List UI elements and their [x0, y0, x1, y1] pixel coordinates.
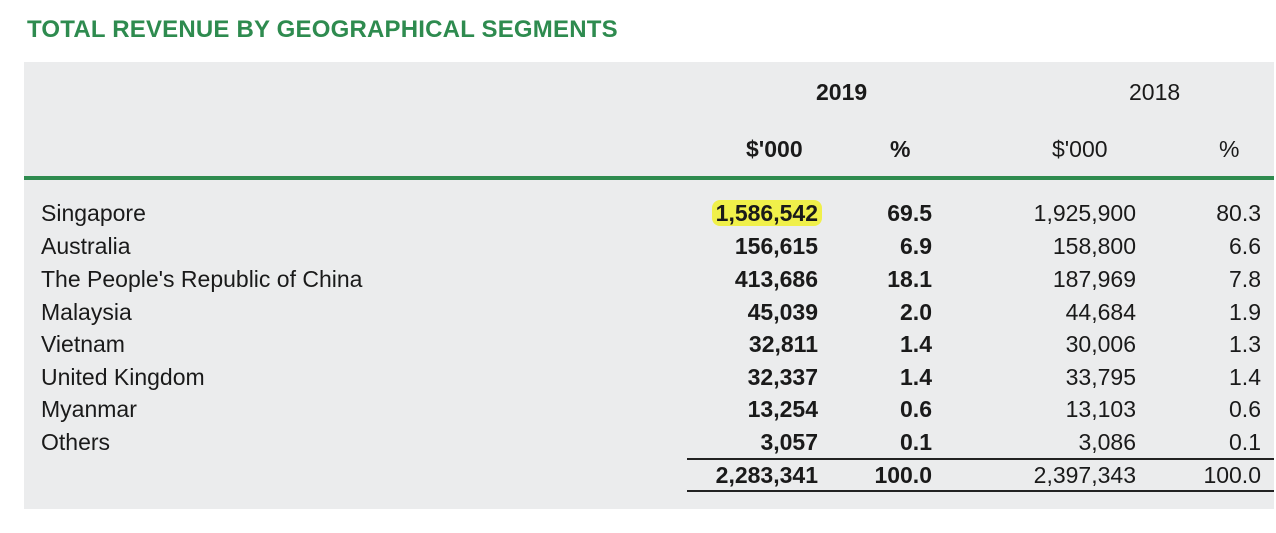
header-unit-2018: $'000 [1052, 136, 1108, 162]
value-2018: 13,103 [1065, 396, 1136, 422]
value-2019: 45,039 [747, 299, 818, 325]
percent-2018: 0.6 [1229, 396, 1261, 422]
total-percent-2019: 100.0 [874, 462, 932, 488]
table-row: Vietnam 32,811 1.4 30,006 1.3 [0, 328, 1276, 361]
country-label: Malaysia [41, 299, 132, 325]
value-2018: 44,684 [1065, 299, 1136, 325]
value-2018: 33,795 [1065, 364, 1136, 390]
table-row: The People's Republic of China 413,686 1… [0, 263, 1276, 296]
percent-2019: 2.0 [900, 299, 932, 325]
value-2019: 1,586,542 [711, 197, 822, 230]
total-rule [687, 490, 1274, 492]
value-2019: 3,057 [760, 429, 818, 455]
percent-2018: 1.9 [1229, 299, 1261, 325]
value-2018: 30,006 [1065, 331, 1136, 357]
value-2019: 32,811 [748, 331, 818, 357]
highlighted-value: 1,586,542 [711, 200, 822, 226]
header-unit-2019: $'000 [746, 136, 803, 162]
percent-2018: 1.4 [1229, 364, 1261, 390]
percent-2019: 0.1 [900, 429, 932, 455]
value-2019: 13,254 [747, 396, 818, 422]
table-row: Malaysia 45,039 2.0 44,684 1.9 [0, 296, 1276, 329]
total-percent-2018: 100.0 [1203, 462, 1261, 488]
percent-2018: 7.8 [1229, 266, 1261, 292]
value-2019: 156,615 [734, 233, 818, 259]
total-value-2018: 2,397,343 [1033, 462, 1136, 488]
percent-2018: 6.6 [1229, 233, 1261, 259]
percent-2019: 69.5 [887, 200, 932, 226]
header-pct-2018: % [1219, 136, 1240, 162]
percent-2018: 80.3 [1216, 200, 1261, 226]
percent-2018: 0.1 [1229, 429, 1261, 455]
table-row: Australia 156,615 6.9 158,800 6.6 [0, 230, 1276, 263]
value-2018: 3,086 [1078, 429, 1136, 455]
percent-2019: 0.6 [900, 396, 932, 422]
country-label: The People's Republic of China [41, 266, 363, 292]
country-label: Others [41, 429, 111, 455]
country-label: Singapore [41, 200, 146, 226]
percent-2019: 6.9 [900, 233, 932, 259]
percent-2019: 18.1 [887, 266, 932, 292]
header-pct-2019: % [890, 136, 911, 162]
table-row: Others 3,057 0.1 3,086 0.1 [0, 426, 1276, 459]
table-row: United Kingdom 32,337 1.4 33,795 1.4 [0, 361, 1276, 394]
total-value-2019: 2,283,341 [715, 462, 818, 488]
header-divider [24, 176, 1274, 180]
percent-2019: 1.4 [900, 331, 932, 357]
table-row: Myanmar 13,254 0.6 13,103 0.6 [0, 393, 1276, 426]
country-label: Myanmar [41, 396, 137, 422]
header-year-2019: 2019 [816, 79, 868, 105]
country-label: Australia [41, 233, 131, 259]
header-year-2018: 2018 [1129, 79, 1181, 105]
country-label: United Kingdom [41, 364, 205, 390]
value-2018: 187,969 [1052, 266, 1136, 292]
value-2018: 1,925,900 [1033, 200, 1136, 226]
total-row: 2,283,341 100.0 2,397,343 100.0 [0, 459, 1276, 492]
percent-2018: 1.3 [1229, 331, 1261, 357]
percent-2019: 1.4 [900, 364, 932, 390]
value-2019: 32,337 [747, 364, 818, 390]
value-2019: 413,686 [734, 266, 818, 292]
table-row: Singapore 1,586,542 69.5 1,925,900 80.3 [0, 197, 1276, 230]
page-title: TOTAL REVENUE BY GEOGRAPHICAL SEGMENTS [27, 16, 618, 43]
country-label: Vietnam [41, 331, 125, 357]
value-2018: 158,800 [1052, 233, 1136, 259]
